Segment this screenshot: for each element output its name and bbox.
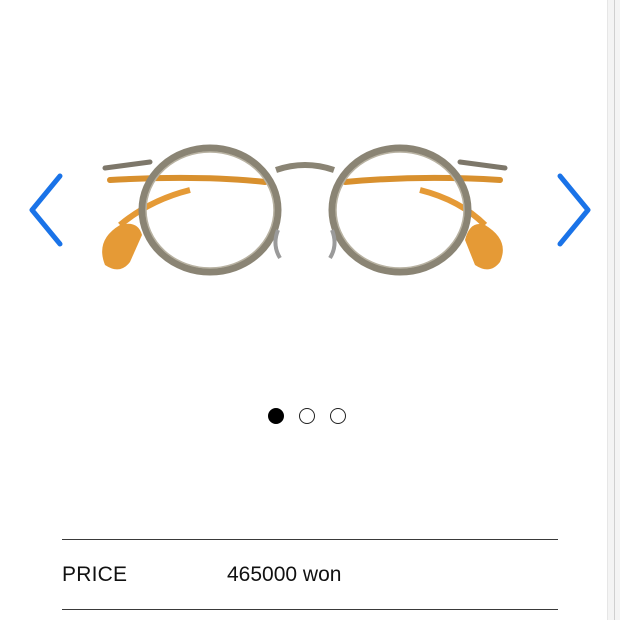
eyeglasses-image — [102, 144, 508, 276]
pagination-dot-3[interactable] — [330, 408, 346, 424]
chevron-left-icon — [29, 173, 63, 247]
product-image — [90, 130, 520, 290]
image-carousel — [0, 90, 607, 340]
scrollbar-track — [614, 0, 615, 620]
price-row: PRICE 465000 won — [62, 540, 558, 609]
product-page: PRICE 465000 won — [0, 0, 607, 620]
price-label: PRICE — [62, 562, 128, 586]
table-bottom-divider — [62, 609, 558, 610]
carousel-pagination — [268, 407, 346, 425]
chevron-right-icon — [557, 173, 591, 247]
product-info-table: PRICE 465000 won — [62, 539, 558, 610]
previous-slide-button[interactable] — [22, 170, 72, 250]
pagination-dot-2[interactable] — [299, 408, 315, 424]
pagination-dot-1[interactable] — [268, 408, 284, 424]
price-value: 465000 won — [227, 562, 342, 586]
vertical-scrollbar[interactable] — [607, 0, 620, 620]
next-slide-button[interactable] — [548, 170, 598, 250]
